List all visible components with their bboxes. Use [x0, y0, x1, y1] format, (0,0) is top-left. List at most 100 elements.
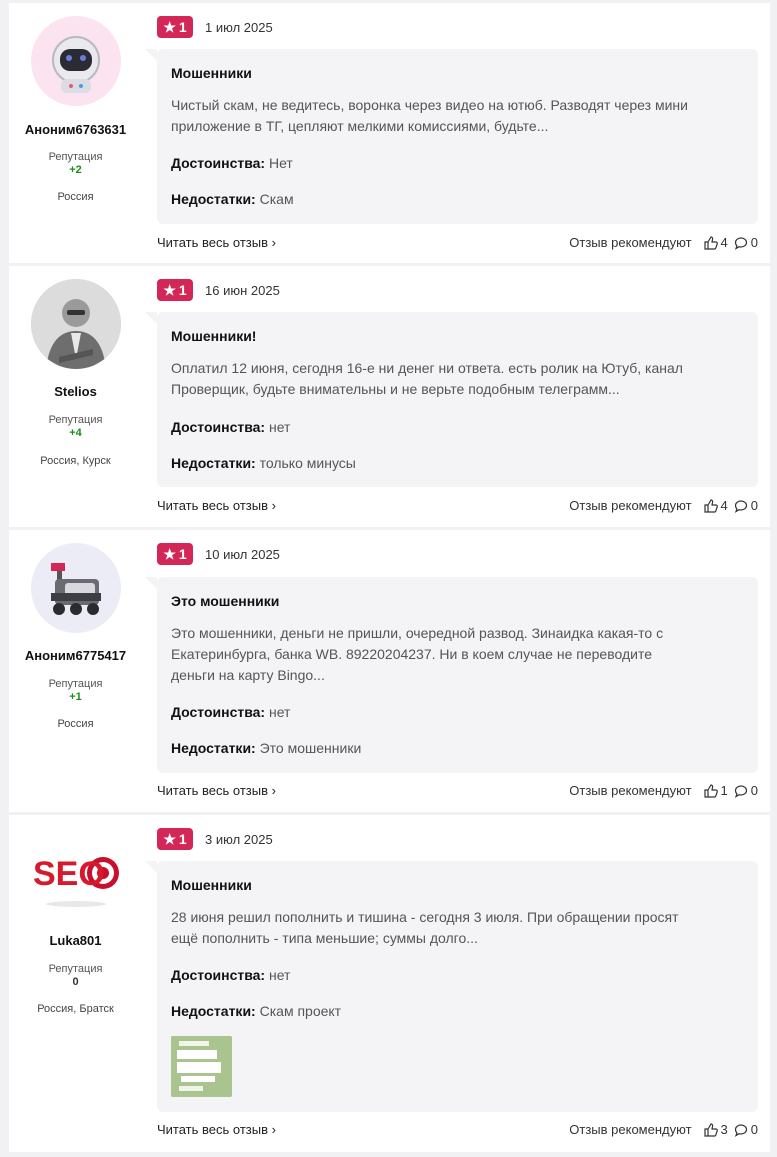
like-button[interactable]: 3 — [703, 1122, 728, 1137]
svg-text:SEO: SEO — [33, 855, 105, 893]
recommend-label: Отзыв рекомендуют — [569, 498, 692, 513]
user-avatar[interactable]: SEO — [31, 828, 121, 918]
review-cons: Недостатки: Скам проект — [171, 1003, 341, 1019]
review-text: 28 июня решил пополнить и тишина - сегод… — [171, 907, 746, 949]
review-title[interactable]: Мошенники — [171, 877, 252, 893]
review-card: SEO Luka801 Репутация 0 Россия, Братск ★… — [9, 815, 770, 1152]
review-date: 3 июл 2025 — [205, 832, 273, 847]
review-date: 1 июл 2025 — [205, 20, 273, 35]
username[interactable]: Аноним6775417 — [9, 648, 142, 663]
review-date: 16 июн 2025 — [205, 283, 280, 298]
like-button[interactable]: 1 — [703, 783, 728, 798]
cons-value: Это мошенники — [259, 740, 362, 756]
review-text: Чистый скам, не ведитесь, воронка через … — [171, 95, 746, 137]
cons-value: Скам проект — [259, 1003, 342, 1019]
likes-count: 4 — [720, 235, 728, 250]
read-full-review-link[interactable]: Читать весь отзыв › — [157, 783, 276, 798]
user-photo-avatar — [31, 279, 121, 369]
review-footer: Читать весь отзыв › Отзыв рекомендуют 4 … — [157, 498, 758, 514]
reputation-value: +2 — [69, 164, 82, 176]
attachment-thumbnail[interactable] — [171, 1036, 232, 1097]
comments-button[interactable]: 0 — [734, 1122, 758, 1137]
comments-count: 0 — [750, 235, 758, 250]
review-card: Stelios Репутация +4 Россия, Курск ★ 1 1… — [9, 266, 770, 527]
reputation-label: Репутация — [48, 963, 103, 975]
like-button[interactable]: 4 — [703, 235, 728, 250]
review-text-line: деньги на карту Bingo... — [171, 667, 325, 683]
review-pros: Достоинства: нет — [171, 419, 290, 435]
user-avatar[interactable] — [31, 279, 121, 369]
review-text: Оплатил 12 июня, сегодня 16-е ни денег н… — [171, 358, 746, 400]
username[interactable]: Luka801 — [9, 933, 142, 948]
chevron-right-icon: › — [271, 498, 276, 513]
review-text-line: 28 июня решил пополнить и тишина - сегод… — [171, 909, 679, 925]
screenshot-image-icon — [171, 1036, 232, 1097]
comment-icon — [734, 236, 747, 250]
recommendations: Отзыв рекомендуют 4 0 — [569, 498, 758, 513]
cons-value: Скам — [259, 191, 294, 207]
seo-logo-avatar: SEO — [33, 855, 119, 907]
pros-value: Нет — [269, 155, 293, 171]
review-text-line: ещё пополнить - типа меньшие; суммы долг… — [171, 930, 478, 946]
chevron-right-icon: › — [271, 1122, 276, 1137]
username[interactable]: Аноним6763631 — [9, 122, 142, 137]
chevron-right-icon: › — [271, 235, 276, 250]
recommend-label: Отзыв рекомендуют — [569, 235, 692, 250]
user-location: Россия — [57, 718, 94, 730]
rating-value: 1 — [178, 19, 187, 35]
rating-value: 1 — [178, 546, 187, 562]
thumbs-up-icon — [703, 235, 718, 250]
comment-icon — [734, 1123, 747, 1137]
review-text-line: Проверщик, будьте внимательны и не верьт… — [171, 381, 620, 397]
review-text-line: приложение в ТГ, цепляют мелкими комисси… — [171, 118, 549, 134]
reputation-label: Репутация — [48, 151, 103, 163]
reputation-label: Репутация — [48, 414, 103, 426]
review-title[interactable]: Это мошенники — [171, 593, 279, 609]
review-content: Мошенники 28 июня решил пополнить и тиши… — [145, 861, 758, 1112]
review-text-line: Екатеринбурга, банка WB. 89220204237. Ни… — [171, 646, 652, 662]
review-cons: Недостатки: Это мошенники — [171, 740, 361, 756]
read-full-review-label: Читать весь отзыв — [157, 783, 269, 798]
like-button[interactable]: 4 — [703, 498, 728, 513]
review-text-line: Это мошенники, деньги не пришли, очередн… — [171, 625, 664, 641]
read-full-review-link[interactable]: Читать весь отзыв › — [157, 498, 276, 513]
recommendations: Отзыв рекомендуют 1 0 — [569, 783, 758, 798]
likes-count: 3 — [720, 1122, 728, 1137]
user-location: Россия, Братск — [37, 1003, 114, 1015]
recommendations: Отзыв рекомендуют 4 0 — [569, 235, 758, 250]
astronaut-avatar-icon — [52, 36, 100, 93]
rating-value: 1 — [178, 282, 187, 298]
review-card: Аноним6763631 Репутация +2 Россия ★ 1 1 … — [9, 3, 770, 263]
cons-value: только минусы — [259, 455, 356, 471]
read-full-review-label: Читать весь отзыв — [157, 1122, 269, 1137]
read-full-review-link[interactable]: Читать весь отзыв › — [157, 235, 276, 250]
user-avatar[interactable] — [31, 543, 121, 633]
pros-value: нет — [269, 419, 291, 435]
comments-button[interactable]: 0 — [734, 783, 758, 798]
review-text: Это мошенники, деньги не пришли, очередн… — [171, 623, 746, 686]
review-pros: Достоинства: нет — [171, 704, 290, 720]
review-text-line: Оплатил 12 июня, сегодня 16-е ни денег н… — [171, 360, 683, 376]
comments-button[interactable]: 0 — [734, 235, 758, 250]
thumbs-up-icon — [703, 783, 718, 798]
comments-button[interactable]: 0 — [734, 498, 758, 513]
rating-value: 1 — [178, 831, 187, 847]
review-title[interactable]: Мошенники — [171, 65, 252, 81]
read-full-review-link[interactable]: Читать весь отзыв › — [157, 1122, 276, 1137]
comments-count: 0 — [750, 498, 758, 513]
star-icon: ★ — [163, 830, 176, 847]
username[interactable]: Stelios — [9, 384, 142, 399]
comment-icon — [734, 784, 747, 798]
likes-count: 1 — [720, 783, 728, 798]
read-full-review-label: Читать весь отзыв — [157, 235, 269, 250]
pros-label: Достоинства: — [171, 704, 266, 720]
review-cons: Недостатки: Скам — [171, 191, 294, 207]
review-pros: Достоинства: нет — [171, 967, 290, 983]
cons-label: Недостатки: — [171, 191, 256, 207]
user-avatar[interactable] — [31, 16, 121, 106]
likes-count: 4 — [720, 498, 728, 513]
review-title[interactable]: Мошенники! — [171, 328, 256, 344]
review-footer: Читать весь отзыв › Отзыв рекомендуют 3 … — [157, 1122, 758, 1138]
review-content: Мошенники! Оплатил 12 июня, сегодня 16-е… — [145, 312, 758, 487]
cons-label: Недостатки: — [171, 455, 256, 471]
